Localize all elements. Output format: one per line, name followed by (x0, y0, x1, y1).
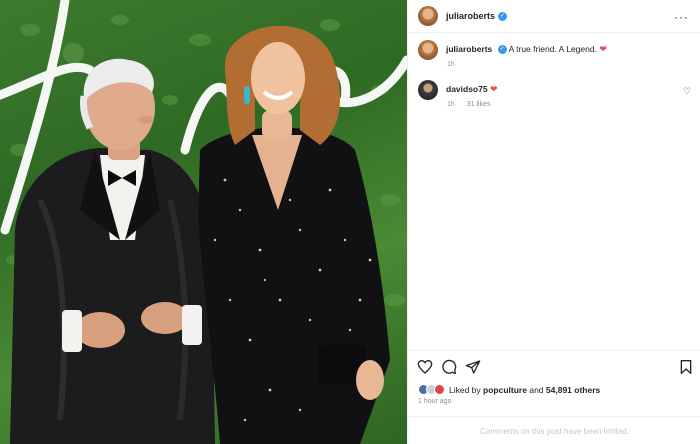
liked-by-prefix: Liked by (449, 384, 481, 395)
verified-badge-icon: ✓ (498, 11, 508, 21)
liked-by-and: and (529, 384, 544, 395)
heart-icon[interactable] (417, 359, 433, 375)
caption-time[interactable]: 1h (447, 61, 455, 68)
comments-limited-notice: Comments on this post have been limited. (408, 416, 700, 444)
post-photo[interactable] (0, 0, 407, 444)
liked-by-count[interactable]: 54,891 others (546, 385, 600, 395)
red-heart-emoji: ❤ (489, 84, 498, 94)
commenter-avatar[interactable] (418, 80, 438, 100)
author-avatar[interactable] (418, 6, 438, 26)
verified-badge-icon: ✓ (497, 45, 507, 55)
author-username[interactable]: juliaroberts (446, 11, 495, 21)
comment-icon[interactable] (441, 359, 457, 375)
comment-likes[interactable]: 31 likes (467, 101, 491, 108)
comment-like-heart-icon[interactable]: ♡ (683, 86, 691, 97)
comment-author[interactable]: davidso75 (446, 84, 488, 94)
liked-by-user[interactable]: popculture (483, 385, 527, 395)
red-heart-emoji: ❤ (599, 44, 607, 54)
comment-item: davidso75 ❤ 1h 31 likes ♡ (418, 80, 693, 108)
caption-author[interactable]: juliaroberts (446, 44, 492, 54)
liked-by: Liked by popculture and 54,891 others (418, 384, 600, 395)
photo-illustration (0, 0, 407, 444)
post-sidebar: juliaroberts ✓ ··· juliaroberts ✓ A true… (407, 0, 700, 444)
post-header: juliaroberts ✓ ··· (408, 0, 700, 33)
post-actions: Liked by popculture and 54,891 others 1 … (408, 350, 700, 410)
comment-time[interactable]: 1h (447, 101, 455, 108)
liker-avatar (434, 384, 445, 395)
post-caption: juliaroberts ✓ A true friend. A Legend. … (418, 40, 693, 68)
more-horizontal-icon[interactable]: ··· (674, 10, 689, 24)
caption-avatar[interactable] (418, 40, 438, 60)
bookmark-icon[interactable] (678, 359, 694, 375)
share-icon[interactable] (465, 359, 481, 375)
caption-text: A true friend. A Legend. (508, 44, 597, 54)
post-time-ago[interactable]: 1 hour ago (418, 398, 451, 405)
